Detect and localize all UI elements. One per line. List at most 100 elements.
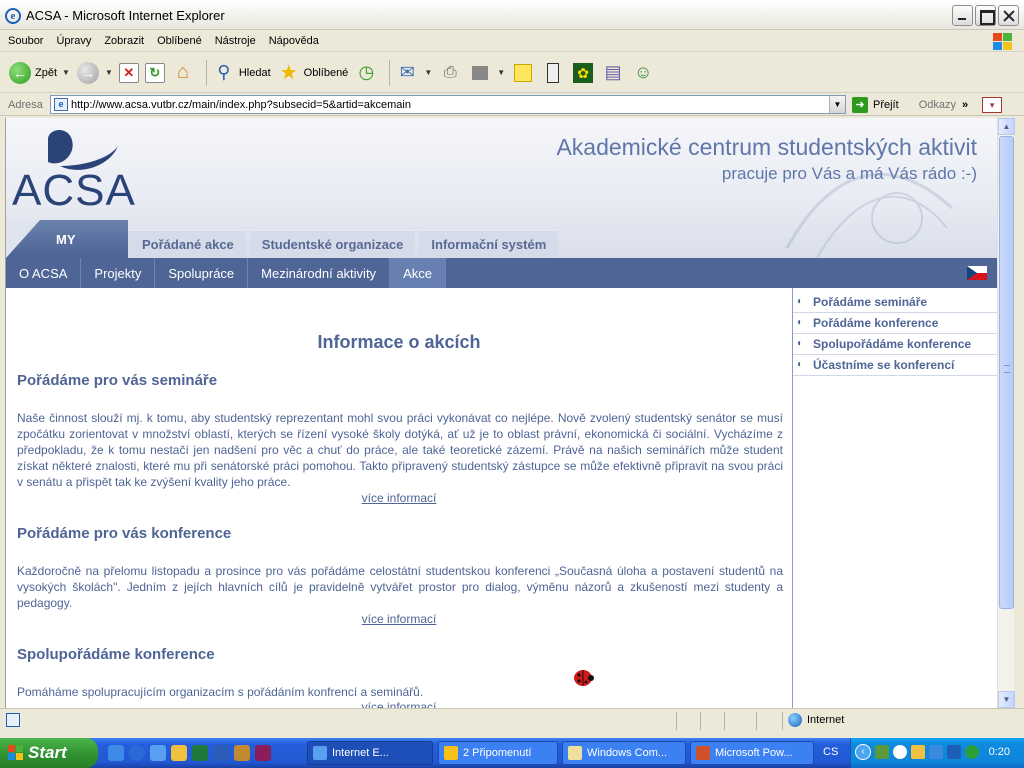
tray-expand-icon[interactable]: ‹ bbox=[855, 744, 871, 760]
tray-network-icon[interactable] bbox=[875, 745, 889, 759]
address-dropdown-icon[interactable]: ▼ bbox=[829, 96, 845, 113]
floppy-icon[interactable] bbox=[255, 745, 271, 761]
contacts-button[interactable]: ☺ bbox=[631, 61, 655, 85]
menu-bar: Soubor Úpravy Zobrazit Oblíbené Nástroje… bbox=[0, 30, 1024, 52]
window-title: ACSA - Microsoft Internet Explorer bbox=[26, 8, 225, 23]
menu-help[interactable]: Nápověda bbox=[269, 35, 319, 47]
sidebar-item-konference[interactable]: ◐ Pořádáme konference bbox=[793, 313, 997, 334]
pro-button[interactable]: ✿ bbox=[571, 61, 595, 85]
sidebar-item-spoluporadame[interactable]: ◐ Spolupořádáme konference bbox=[793, 334, 997, 355]
task-internet-explorer[interactable]: Internet E... bbox=[307, 741, 433, 765]
stop-icon: ✕ bbox=[118, 62, 139, 83]
links-chevron-icon[interactable]: » bbox=[962, 99, 968, 111]
sidebar-item-ucastnime[interactable]: ◐ Účastníme se konferencí bbox=[793, 355, 997, 376]
tray-display-icon[interactable] bbox=[929, 745, 943, 759]
site-slogan-subtitle: pracuje pro Vás a má Vás rádo :-) bbox=[721, 164, 977, 183]
word-icon[interactable] bbox=[213, 745, 229, 761]
page-icon: e bbox=[54, 98, 68, 111]
subnav-mezinarodni-aktivity[interactable]: Mezinárodní aktivity bbox=[248, 258, 391, 288]
task-windows-commander[interactable]: Windows Com... bbox=[562, 741, 686, 765]
page-title: Informace o akcích bbox=[317, 332, 481, 352]
research-button[interactable]: ▤ bbox=[601, 61, 625, 85]
swirl-bullet-icon: ◐ bbox=[797, 317, 804, 328]
section-text-konference: Každoročně na přelomu listopadu a prosin… bbox=[17, 564, 783, 610]
subnav-spoluprace[interactable]: Spolupráce bbox=[155, 258, 249, 288]
title-bar: e ACSA - Microsoft Internet Explorer bbox=[0, 0, 1024, 30]
page-viewport: ACSA Akademické centrum studentských akt… bbox=[5, 118, 997, 708]
subnav-o-acsa[interactable]: O ACSA bbox=[6, 258, 82, 288]
page-status-icon bbox=[6, 713, 20, 727]
menu-file[interactable]: Soubor bbox=[8, 35, 43, 47]
address-input[interactable]: e http://www.acsa.vutbr.cz/main/index.ph… bbox=[50, 95, 846, 114]
print-button[interactable]: ⎙ bbox=[438, 61, 462, 85]
quick-launch bbox=[108, 745, 271, 761]
ie-alt-icon[interactable] bbox=[150, 745, 166, 761]
scroll-up-icon[interactable]: ▲ bbox=[998, 118, 1015, 135]
start-button[interactable]: Start bbox=[0, 738, 98, 768]
menu-view[interactable]: Zobrazit bbox=[104, 35, 144, 47]
tray-outlook-icon[interactable] bbox=[911, 745, 925, 759]
forward-button[interactable]: → ▼ bbox=[76, 61, 113, 85]
history-button[interactable]: ◷ bbox=[354, 61, 378, 85]
czech-flag-icon[interactable] bbox=[967, 266, 987, 280]
toolbar: ← Zpět ▼ → ▼ ✕ ↻ ⌂ ⚲ Hledat ★ Oblíbené ◷… bbox=[0, 53, 1024, 93]
search-button[interactable]: ⚲ Hledat bbox=[212, 61, 270, 85]
ie-quicklaunch-icon[interactable] bbox=[108, 745, 124, 761]
tab-my[interactable]: MY bbox=[6, 220, 128, 258]
subnav-projekty[interactable]: Projekty bbox=[81, 258, 156, 288]
forward-dropdown-icon[interactable]: ▼ bbox=[105, 68, 113, 77]
more-info-link-konference[interactable]: více informací bbox=[6, 612, 792, 626]
back-button[interactable]: ← Zpět ▼ bbox=[8, 61, 70, 85]
device-icon bbox=[541, 61, 565, 85]
vertical-scrollbar[interactable]: ▲ ▼ bbox=[997, 118, 1015, 708]
tools-icon[interactable] bbox=[234, 745, 250, 761]
section-heading-spoluporadame: Spolupořádáme konference bbox=[17, 646, 215, 663]
scroll-thumb[interactable] bbox=[999, 136, 1014, 609]
taskbar: Start Internet E... 2 Připomenutí Window… bbox=[0, 738, 1024, 768]
menu-tools[interactable]: Nástroje bbox=[215, 35, 256, 47]
acrobat-icon[interactable]: ▾ bbox=[982, 96, 1003, 113]
close-button[interactable] bbox=[998, 5, 1019, 26]
sidebar-item-seminare[interactable]: ◐ Pořádáme semináře bbox=[793, 292, 997, 313]
back-dropdown-icon[interactable]: ▼ bbox=[62, 68, 70, 77]
refresh-button[interactable]: ↻ bbox=[144, 62, 165, 83]
favorites-button[interactable]: ★ Oblíbené bbox=[277, 61, 349, 85]
task-reminders[interactable]: 2 Připomenutí bbox=[438, 741, 558, 765]
stop-button[interactable]: ✕ bbox=[118, 62, 139, 83]
scroll-down-icon[interactable]: ▼ bbox=[998, 691, 1015, 708]
acsa-logo[interactable]: ACSA bbox=[10, 122, 135, 215]
notes-button[interactable] bbox=[511, 61, 535, 85]
address-bar: Adresa e http://www.acsa.vutbr.cz/main/i… bbox=[0, 94, 1024, 116]
more-info-link-spoluporadame[interactable]: více informací bbox=[6, 700, 792, 708]
main-tabs: Pořádané akce Studentské organizace Info… bbox=[128, 230, 562, 258]
tray-monitor-icon[interactable] bbox=[947, 745, 961, 759]
outlook-icon[interactable] bbox=[171, 745, 187, 761]
tab-poradane-akce[interactable]: Pořádané akce bbox=[128, 230, 246, 258]
tray-security-icon[interactable] bbox=[965, 745, 979, 759]
more-info-link-seminare[interactable]: více informací bbox=[6, 491, 792, 505]
task-powerpoint[interactable]: Microsoft Pow... bbox=[690, 741, 814, 765]
subnav-akce[interactable]: Akce bbox=[390, 258, 446, 288]
tab-studentske-organizace[interactable]: Studentské organizace bbox=[249, 230, 416, 258]
minimize-button[interactable] bbox=[952, 5, 973, 26]
menu-edit[interactable]: Úpravy bbox=[56, 35, 91, 47]
tray-clock-icon[interactable] bbox=[893, 745, 907, 759]
sidebar: ◐ Pořádáme semináře ◐ Pořádáme konferenc… bbox=[792, 288, 997, 708]
go-button[interactable]: ➜ Přejít bbox=[852, 96, 899, 113]
search-icon: ⚲ bbox=[217, 62, 231, 82]
menu-favorites[interactable]: Oblíbené bbox=[157, 35, 202, 47]
language-indicator[interactable]: CS bbox=[823, 746, 838, 758]
maximize-button[interactable] bbox=[975, 5, 996, 26]
swirl-bullet-icon: ◐ bbox=[797, 296, 804, 307]
messenger-button[interactable] bbox=[541, 61, 565, 85]
links-label[interactable]: Odkazy bbox=[919, 99, 956, 111]
flower-icon: ✿ bbox=[571, 61, 595, 85]
swirl-bullet-icon: ◐ bbox=[797, 338, 804, 349]
home-button[interactable]: ⌂ bbox=[171, 61, 195, 85]
media-player-icon[interactable] bbox=[129, 745, 145, 761]
mail-button[interactable]: ✉ ▼ bbox=[395, 61, 432, 85]
logo-text: ACSA bbox=[12, 166, 136, 215]
excel-icon[interactable] bbox=[192, 745, 208, 761]
edit-button[interactable]: ▼ bbox=[468, 61, 505, 85]
tab-informacni-system[interactable]: Informační systém bbox=[419, 230, 559, 258]
